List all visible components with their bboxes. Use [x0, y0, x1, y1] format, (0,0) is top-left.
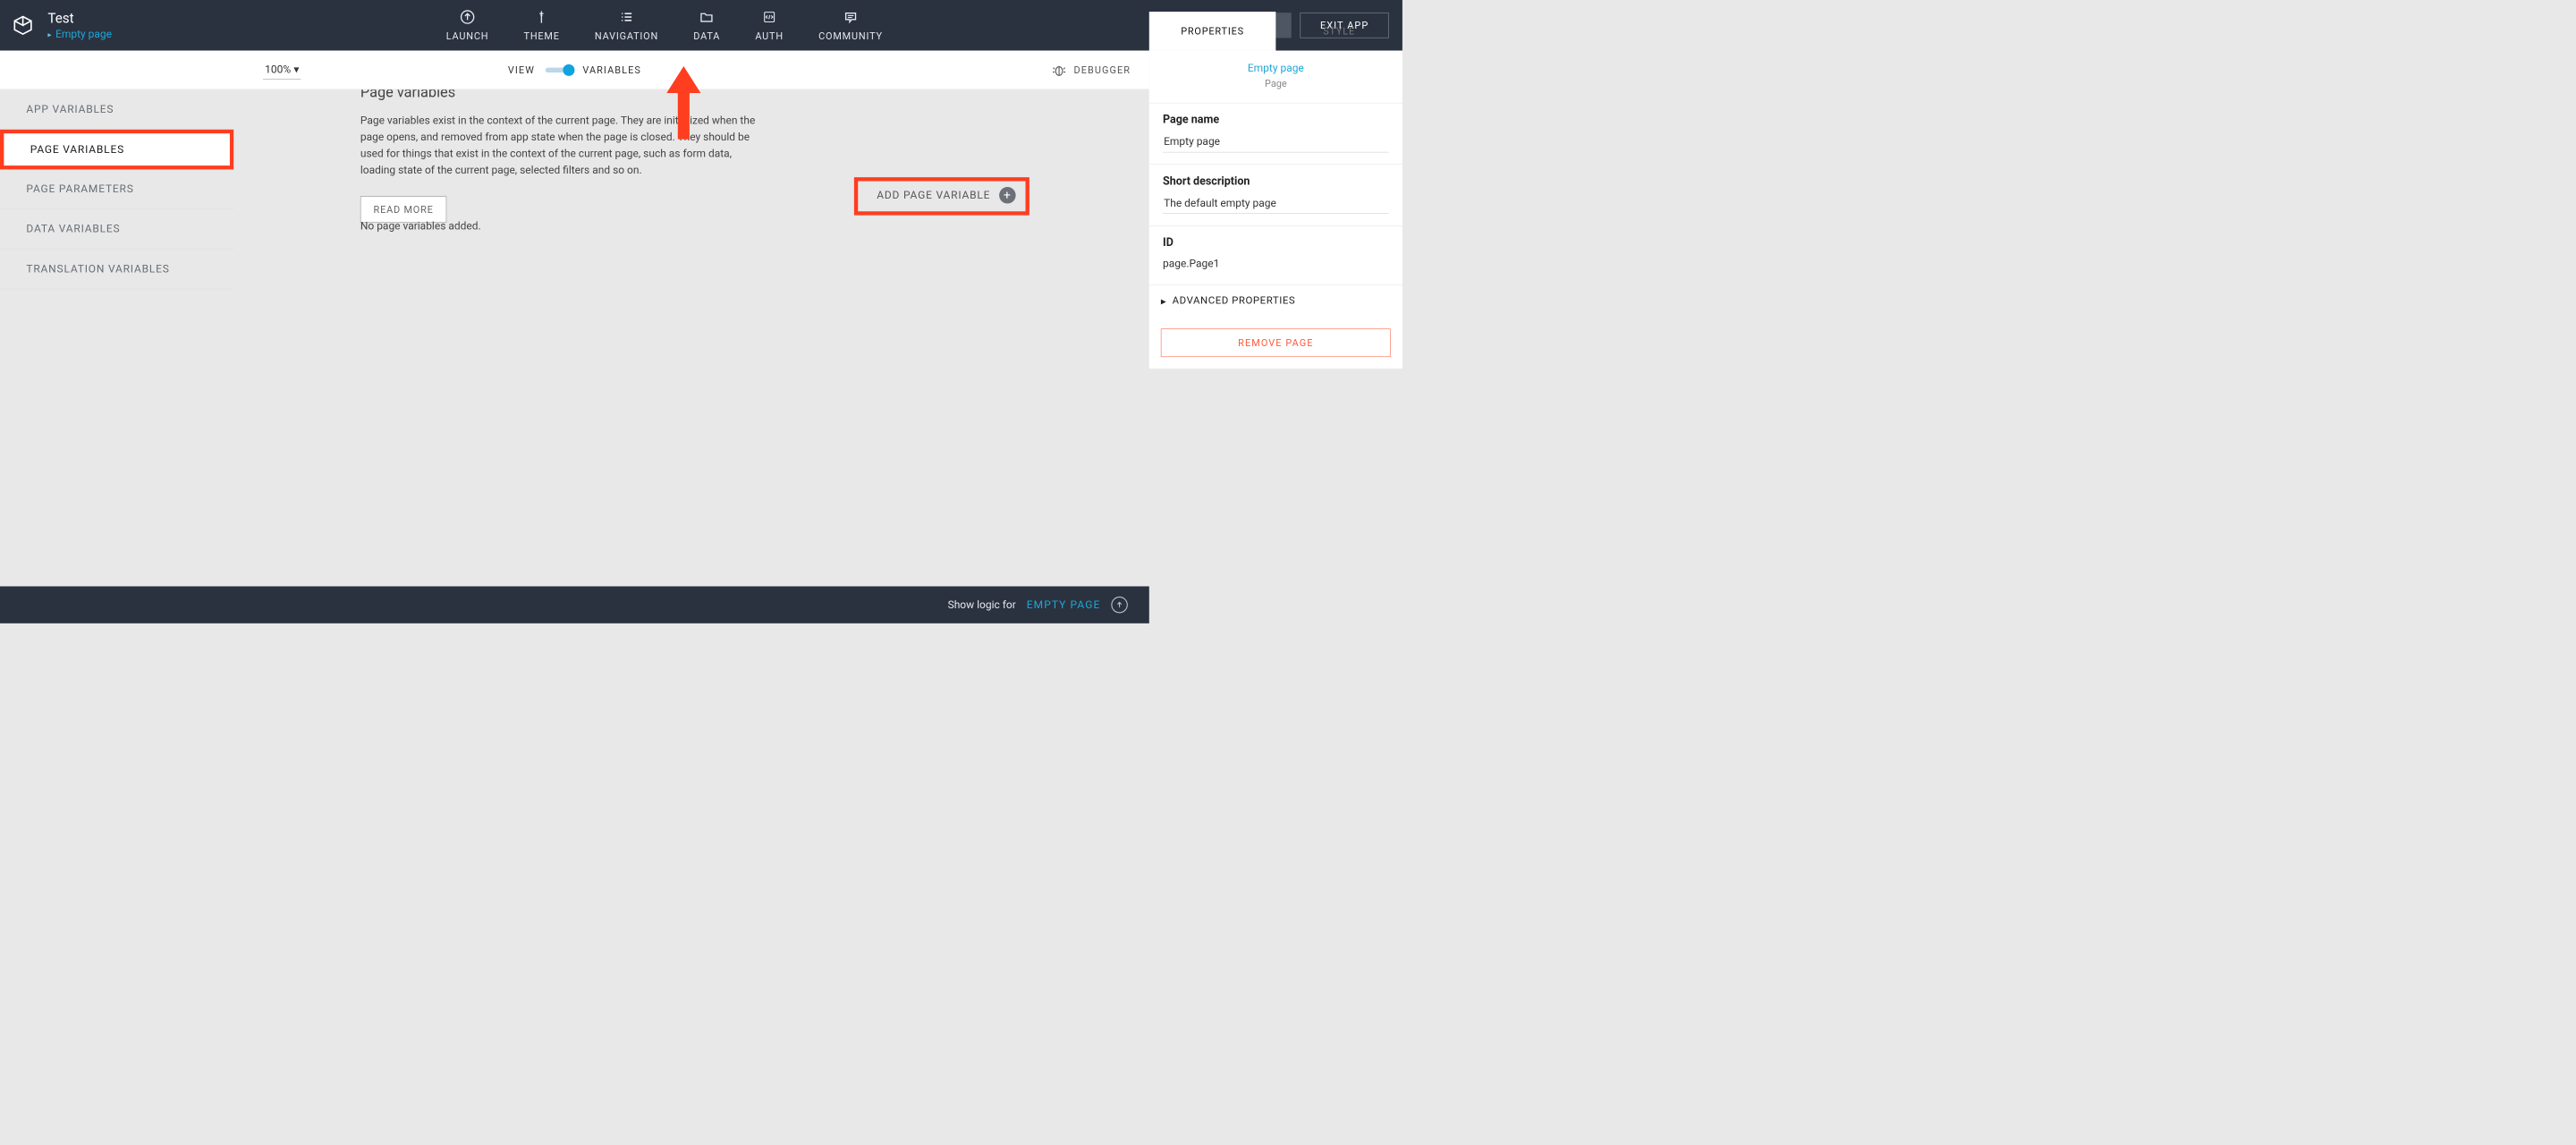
- zoom-select[interactable]: 100% ▾: [263, 61, 301, 80]
- page-name-input[interactable]: [1163, 132, 1389, 153]
- sidebar-item-app-variables[interactable]: APP VARIABLES: [0, 89, 233, 130]
- context-type-label: Page: [1149, 78, 1402, 89]
- section-description: Page variables exist in the context of t…: [360, 113, 759, 179]
- toggle-view-label: VIEW: [508, 64, 535, 76]
- list-icon: [618, 9, 635, 26]
- id-value: page.Page1: [1163, 255, 1389, 273]
- topnav-navigation[interactable]: NAVIGATION: [595, 9, 658, 42]
- page-name-label: Page name: [1163, 113, 1389, 126]
- properties-panel: PROPERTIES STYLE Empty page Page Page na…: [1149, 51, 1402, 623]
- advanced-properties-toggle[interactable]: ▸ ADVANCED PROPERTIES: [1149, 284, 1402, 317]
- view-variables-toggle[interactable]: [546, 67, 572, 72]
- breadcrumb-page-link[interactable]: Empty page: [55, 29, 112, 41]
- variable-scope-sidebar: APP VARIABLES PAGE VARIABLES PAGE PARAME…: [0, 51, 233, 587]
- add-page-variable-button[interactable]: ADD PAGE VARIABLE +: [877, 187, 1015, 204]
- id-label: ID: [1163, 235, 1389, 249]
- logic-footer: Show logic for EMPTY PAGE: [0, 586, 1149, 623]
- remove-page-button[interactable]: REMOVE PAGE: [1161, 328, 1391, 357]
- tab-style[interactable]: STYLE: [1275, 12, 1402, 51]
- folder-icon: [699, 9, 716, 26]
- toggle-knob: [564, 64, 575, 76]
- code-icon: [761, 9, 778, 26]
- caret-right-icon: ▸: [1161, 295, 1166, 308]
- topnav-launch[interactable]: LAUNCH: [446, 9, 489, 42]
- sidebar-item-page-parameters[interactable]: PAGE PARAMETERS: [0, 169, 233, 209]
- sub-toolbar: 100% ▾ VIEW VARIABLES DEBUGGER: [0, 51, 1149, 90]
- toggle-variables-label: VARIABLES: [582, 64, 641, 76]
- bug-icon: [1053, 63, 1066, 76]
- short-description-label: Short description: [1163, 174, 1389, 188]
- topnav-community[interactable]: COMMUNITY: [818, 9, 883, 42]
- read-more-button[interactable]: READ MORE: [360, 197, 446, 223]
- app-title: Test: [47, 10, 112, 26]
- caret-down-icon: ▾: [293, 64, 299, 76]
- topnav-theme[interactable]: THEME: [524, 9, 560, 42]
- short-description-input[interactable]: [1163, 193, 1389, 214]
- top-nav: LAUNCH THEME NAVIGATION DATA: [123, 9, 1205, 42]
- empty-state-message: No page variables added.: [360, 220, 481, 233]
- footer-label: Show logic for: [948, 598, 1016, 611]
- breadcrumb: ▸ Empty page: [47, 29, 112, 41]
- footer-page-link[interactable]: EMPTY PAGE: [1027, 598, 1101, 611]
- plus-icon: +: [999, 187, 1016, 204]
- expand-up-icon[interactable]: [1111, 597, 1128, 614]
- tab-properties[interactable]: PROPERTIES: [1149, 12, 1276, 51]
- magic-icon: [533, 9, 550, 26]
- upload-icon: [459, 9, 476, 26]
- topnav-auth[interactable]: AUTH: [755, 9, 784, 42]
- sidebar-item-page-variables[interactable]: PAGE VARIABLES: [0, 130, 233, 170]
- add-page-variable-label: ADD PAGE VARIABLE: [877, 189, 990, 201]
- context-page-link[interactable]: Empty page: [1149, 63, 1402, 75]
- sidebar-item-data-variables[interactable]: DATA VARIABLES: [0, 209, 233, 250]
- app-brand: Test ▸ Empty page: [0, 10, 123, 40]
- debugger-button[interactable]: DEBUGGER: [1053, 63, 1131, 76]
- breadcrumb-caret-icon: ▸: [47, 30, 51, 38]
- canvas-area: Page variables Page variables exist in t…: [233, 51, 1148, 587]
- chat-icon: [843, 9, 860, 26]
- topnav-data[interactable]: DATA: [693, 9, 720, 42]
- sidebar-item-translation-variables[interactable]: TRANSLATION VARIABLES: [0, 250, 233, 290]
- brand-logo-icon[interactable]: [12, 14, 34, 37]
